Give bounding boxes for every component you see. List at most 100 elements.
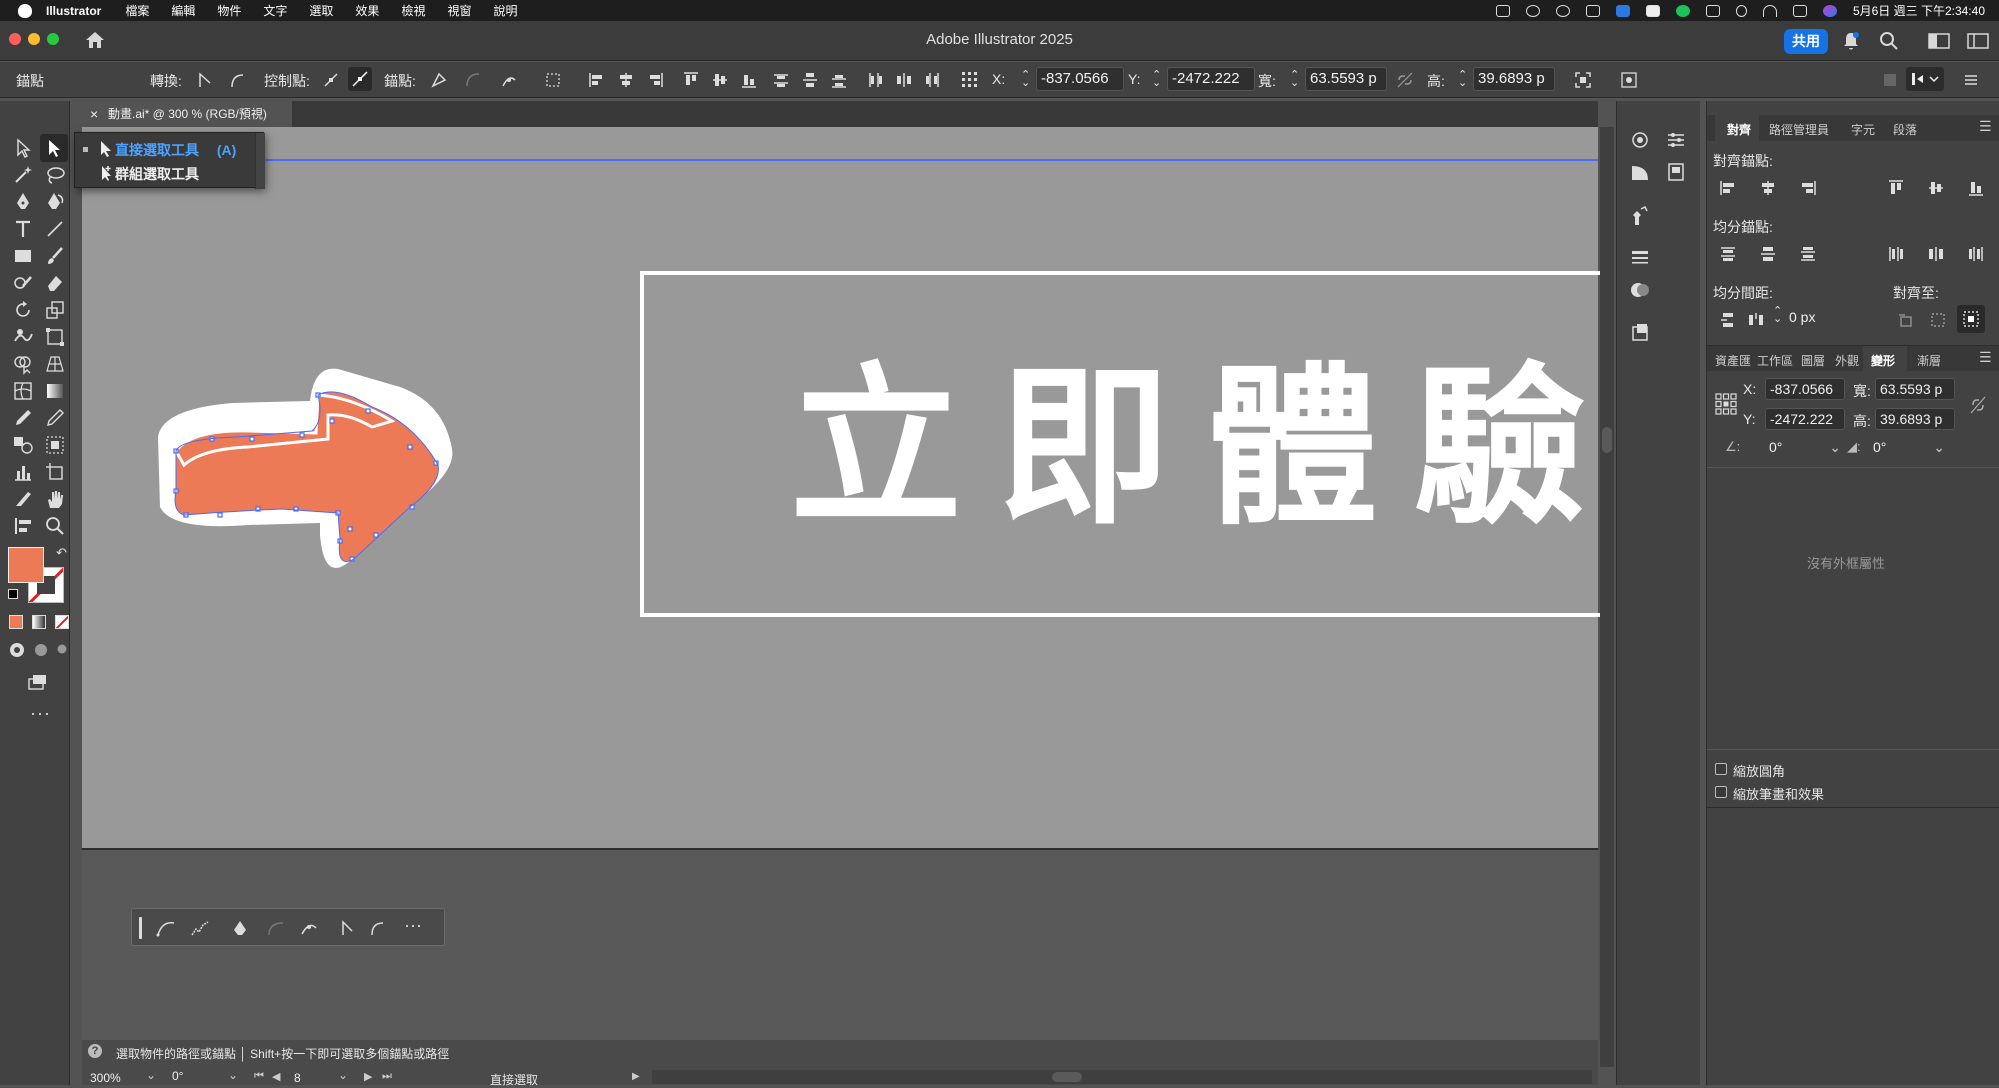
transform-y-input[interactable]: -2472.222 — [1765, 408, 1845, 430]
shear-dropdown-icon[interactable]: ⌄ — [1933, 437, 1945, 457]
direct-selection-tool-button[interactable] — [40, 134, 68, 162]
selection-tool-icon[interactable] — [12, 137, 34, 159]
rotate-tool-icon[interactable] — [12, 299, 34, 321]
tab-align[interactable]: 對齊 — [1727, 121, 1751, 138]
magic-wand-tool-icon[interactable] — [12, 164, 34, 186]
align-v-center-icon[interactable] — [711, 71, 729, 89]
tab-transform[interactable]: 變形 — [1871, 352, 1895, 369]
menu-clock[interactable]: 5月6日 週三 下午2:34:40 — [1853, 2, 1985, 19]
zoom-dropdown-icon[interactable]: ⌄ — [146, 1068, 156, 1082]
default-fill-stroke-icon[interactable] — [8, 589, 18, 599]
eraser-tool-icon[interactable] — [44, 272, 66, 294]
shear-angle-input[interactable]: 0° ⌄ — [1869, 437, 1949, 459]
hide-handles-button[interactable] — [348, 67, 372, 91]
y-input[interactable]: -2472.222 — [1167, 67, 1255, 91]
connect-endpoints-icon[interactable] — [464, 71, 482, 89]
height-input[interactable]: 39.6893 p — [1473, 67, 1555, 91]
warp-tool-icon[interactable] — [12, 326, 34, 348]
tab-layers[interactable]: 圖層 — [1801, 352, 1825, 369]
scale-strokes-label[interactable]: 縮放筆畫和效果 — [1733, 784, 1824, 803]
screen-mode-icon[interactable] — [26, 671, 48, 693]
convert-to-corner-icon[interactable] — [196, 71, 214, 89]
transform-width-input[interactable]: 63.5593 p — [1875, 378, 1955, 400]
transform-x-input[interactable]: -837.0566 — [1765, 378, 1845, 400]
blend-tool-icon[interactable] — [12, 434, 34, 456]
gradient-tool-icon[interactable] — [44, 380, 66, 402]
show-handles-icon[interactable] — [322, 71, 340, 89]
status-menu-icon[interactable]: ▶ — [632, 1071, 640, 1082]
draw-normal-icon[interactable] — [8, 641, 26, 659]
none-mode-button[interactable] — [55, 615, 69, 629]
flyout-tearoff-icon[interactable] — [255, 133, 265, 189]
distribute-hcenter-anchor-icon[interactable] — [1927, 245, 1945, 263]
vertical-scrollbar[interactable] — [1600, 127, 1614, 1067]
draw-behind-icon[interactable] — [32, 641, 50, 659]
menu-type[interactable]: 文字 — [263, 2, 287, 19]
transparency-panel-icon[interactable] — [1629, 279, 1651, 301]
workspace-switcher-icon[interactable] — [1928, 33, 1950, 49]
swap-fill-stroke-icon[interactable]: ↶ — [56, 545, 67, 561]
line-icon[interactable] — [1675, 4, 1690, 17]
artboard-number[interactable]: 8 — [294, 1071, 301, 1085]
tab-gradient[interactable]: 漸層 — [1917, 352, 1941, 369]
stroke-panel-icon[interactable] — [1629, 247, 1651, 269]
document-tab[interactable]: × 動畫.ai* @ 300 % (RGB/預視) — [82, 101, 292, 127]
y-stepper-icon[interactable]: ⌃ ⌄ — [1152, 70, 1161, 89]
transform-constrain-icon[interactable] — [1969, 395, 1987, 415]
tab-asset-export[interactable]: 資產匯 — [1715, 352, 1751, 369]
task-bar-grip[interactable] — [139, 917, 142, 939]
transform-reference-point-icon[interactable] — [1715, 393, 1737, 415]
align-vcenter-anchor-icon[interactable] — [1927, 179, 1945, 197]
live-paint-bucket-icon[interactable] — [44, 434, 66, 456]
width-input[interactable]: 63.5593 p — [1305, 67, 1387, 91]
artboard-dropdown-icon[interactable]: ⌄ — [338, 1068, 348, 1082]
control-center-icon[interactable] — [1792, 4, 1807, 17]
rectangle-tool-icon[interactable] — [12, 245, 34, 267]
tab-pathfinder[interactable]: 路徑管理員 — [1769, 121, 1829, 138]
distribute-bottom-anchor-icon[interactable] — [1799, 245, 1817, 263]
status-icon-2[interactable] — [1525, 4, 1540, 17]
tab-character[interactable]: 字元 — [1851, 121, 1875, 138]
cut-path-icon[interactable] — [500, 71, 518, 89]
type-tool-icon[interactable] — [12, 218, 34, 240]
transform-height-input[interactable]: 39.6893 p — [1875, 408, 1955, 430]
shape-builder-tool-icon[interactable] — [12, 353, 34, 375]
distribute-top-icon[interactable] — [772, 71, 790, 89]
transform-each-icon[interactable] — [1574, 71, 1592, 89]
remove-anchor-icon[interactable] — [430, 71, 448, 89]
distribute-v-center-icon[interactable] — [801, 71, 819, 89]
paintbrush-tool-icon[interactable] — [44, 245, 66, 267]
brushes-panel-icon[interactable] — [1629, 205, 1651, 227]
flyout-item-group-selection[interactable]: 群組選取工具 — [115, 164, 199, 184]
distribute-left-icon[interactable] — [866, 71, 884, 89]
menu-object[interactable]: 物件 — [217, 2, 241, 19]
scale-strokes-checkbox[interactable] — [1715, 786, 1727, 798]
spacing-stepper-icon[interactable]: ⌃ ⌄ — [1773, 306, 1782, 325]
color-mode-button[interactable] — [9, 615, 23, 629]
app-menu-name[interactable]: Illustrator — [46, 4, 101, 18]
rotate-angle-input[interactable]: 0° ⌄ — [1765, 437, 1845, 459]
next-artboard-icon[interactable]: ▶ — [364, 1070, 372, 1083]
help-icon[interactable]: ? — [88, 1044, 102, 1058]
rotation-dropdown-icon[interactable]: ⌄ — [228, 1068, 238, 1082]
wifi-icon[interactable] — [1762, 4, 1777, 17]
simplify-path-icon[interactable] — [190, 919, 210, 937]
more-options-icon[interactable]: ··· — [404, 915, 422, 936]
free-transform-tool-icon[interactable] — [44, 326, 66, 348]
status-icon-4[interactable] — [1585, 4, 1600, 17]
reference-point-icon[interactable] — [961, 71, 979, 89]
color-guide-panel-icon[interactable] — [1629, 161, 1651, 183]
panel-toggle-icon[interactable] — [1881, 71, 1899, 89]
align-top-anchor-icon[interactable] — [1887, 179, 1905, 197]
distribute-vcenter-anchor-icon[interactable] — [1759, 245, 1777, 263]
time-machine-icon[interactable] — [1555, 4, 1570, 17]
align-bottom-icon[interactable] — [740, 71, 758, 89]
export-panel-icon[interactable] — [1665, 161, 1687, 183]
distribute-top-anchor-icon[interactable] — [1719, 245, 1737, 263]
connect-path-icon[interactable] — [266, 919, 286, 937]
vertical-spacing-icon[interactable] — [1719, 311, 1737, 329]
align-to-key-anchor-icon[interactable] — [1929, 311, 1947, 329]
status-icon-6[interactable] — [1645, 4, 1660, 17]
align-hcenter-anchor-icon[interactable] — [1759, 179, 1777, 197]
share-button[interactable]: 共用 — [1784, 29, 1828, 54]
